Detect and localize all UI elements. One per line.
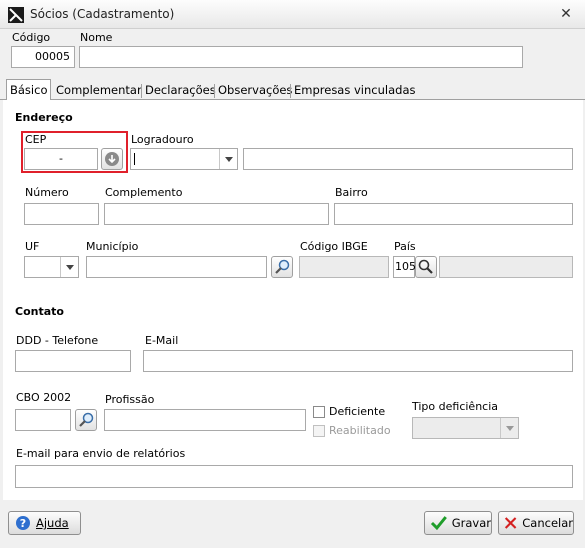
profissao-input[interactable] (104, 409, 306, 431)
municipio-input[interactable] (86, 256, 267, 278)
text-cursor (134, 153, 135, 165)
pais-search-button[interactable] (415, 256, 437, 278)
magnifier-icon (79, 412, 94, 427)
help-icon: ? (16, 516, 30, 530)
pais-label: País (394, 240, 416, 253)
tab-basico[interactable]: Básico (6, 79, 51, 100)
tab-empresas-vinculadas[interactable]: Empresas vinculadas (291, 82, 419, 99)
checkmark-icon (430, 516, 447, 531)
bairro-input[interactable] (334, 203, 573, 225)
deficiente-label: Deficiente (329, 405, 386, 418)
email-label: E-Mail (145, 334, 179, 347)
logradouro-input[interactable] (243, 148, 573, 170)
logradouro-type-select[interactable] (130, 148, 238, 170)
tab-complementar[interactable]: Complementar (53, 82, 145, 99)
codigo-label: Código (12, 31, 51, 44)
cbo-input[interactable] (15, 409, 71, 431)
magnifier-icon (275, 259, 290, 274)
municipio-search-button[interactable] (271, 256, 293, 278)
numero-label: Número (25, 186, 69, 199)
chevron-down-icon[interactable] (219, 149, 237, 169)
endereco-section-title: Endereço (15, 111, 73, 124)
window-title: Sócios (Cadastramento) (30, 7, 175, 21)
magnifier-icon (418, 259, 433, 274)
uf-label: UF (25, 240, 40, 253)
codigo-value: 00005 (35, 50, 70, 63)
ajuda-label: Ajuda (36, 516, 69, 530)
contato-section-title: Contato (15, 305, 64, 318)
ddd-telefone-label: DDD - Telefone (16, 334, 99, 347)
close-icon[interactable]: ✕ (558, 6, 574, 22)
reabilitado-label: Reabilitado (329, 424, 391, 437)
ajuda-button[interactable]: ? Ajuda (8, 511, 81, 535)
municipio-label: Município (86, 240, 139, 253)
codigo-input[interactable]: 00005 (11, 46, 75, 68)
tab-declaracoes[interactable]: Declarações (142, 82, 219, 99)
email-relatorios-label: E-mail para envio de relatórios (16, 447, 186, 460)
logradouro-label: Logradouro (131, 133, 194, 146)
pais-code-value: 105 (395, 260, 416, 273)
uf-select[interactable] (24, 256, 79, 278)
complemento-input[interactable] (104, 203, 329, 225)
codigo-ibge-label: Código IBGE (300, 240, 368, 253)
tipo-deficiencia-select (412, 417, 519, 439)
complemento-label: Complemento (105, 186, 183, 199)
cancel-x-icon (504, 517, 517, 529)
email-relatorios-input[interactable] (15, 465, 573, 488)
pais-code-input[interactable]: 105 (393, 256, 416, 278)
email-input[interactable] (143, 350, 573, 372)
cancelar-label: Cancelar (522, 516, 573, 530)
ddd-telefone-input[interactable] (15, 350, 131, 372)
nome-label: Nome (80, 31, 113, 44)
tab-observacoes[interactable]: Observações (215, 82, 295, 99)
svg-text:?: ? (20, 517, 26, 530)
pais-name-input (439, 256, 573, 278)
chevron-down-icon[interactable] (60, 257, 78, 277)
codigo-ibge-input (299, 256, 389, 278)
bairro-label: Bairro (335, 186, 368, 199)
cancelar-button[interactable]: Cancelar (498, 511, 574, 535)
gravar-label: Gravar (451, 516, 491, 530)
deficiente-checkbox[interactable] (313, 406, 325, 418)
reabilitado-checkbox (313, 425, 325, 437)
tipo-deficiencia-label: Tipo deficiência (412, 400, 499, 413)
numero-input[interactable] (24, 203, 99, 225)
cbo-label: CBO 2002 (16, 391, 72, 404)
nome-input[interactable] (79, 46, 523, 68)
app-logo-icon (8, 7, 24, 23)
chevron-down-icon (500, 418, 518, 438)
cep-highlight-box (21, 131, 128, 173)
gravar-button[interactable]: Gravar (424, 511, 492, 535)
profissao-label: Profissão (105, 393, 155, 406)
cbo-search-button[interactable] (75, 409, 97, 431)
